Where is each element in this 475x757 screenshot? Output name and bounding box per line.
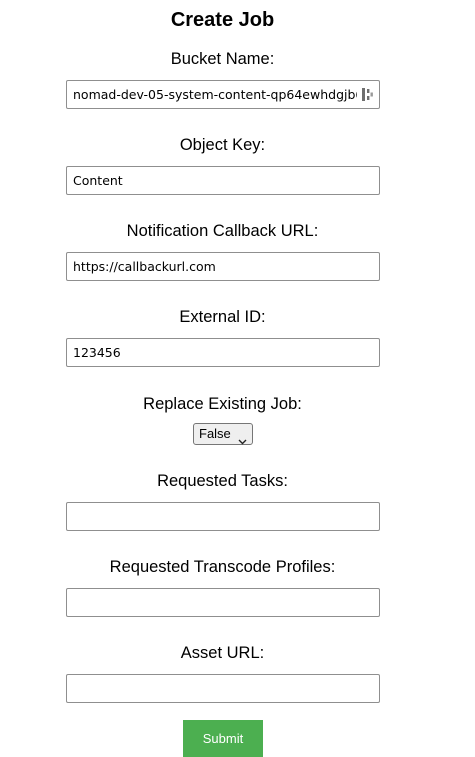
bucket-name-field-wrapper (66, 80, 380, 109)
external-id-input[interactable] (66, 338, 380, 367)
replace-existing-job-selected-value: False (199, 426, 231, 441)
asset-url-label: Asset URL: (180, 644, 265, 662)
requested-transcode-profiles-input[interactable] (66, 588, 380, 617)
object-key-label: Object Key: (179, 136, 266, 154)
bucket-name-input[interactable] (66, 80, 380, 109)
callback-url-input[interactable] (66, 252, 380, 281)
asset-url-input[interactable] (66, 674, 380, 703)
password-manager-icon[interactable] (361, 87, 375, 102)
requested-tasks-input[interactable] (66, 502, 380, 531)
bucket-name-label: Bucket Name: (170, 50, 275, 68)
replace-existing-job-label: Replace Existing Job: (143, 395, 302, 413)
replace-existing-job-select[interactable]: False (193, 423, 253, 445)
callback-url-label: Notification Callback URL: (126, 222, 319, 240)
requested-transcode-profiles-label: Requested Transcode Profiles: (109, 558, 336, 576)
submit-button[interactable]: Submit (183, 720, 263, 757)
page-title: Create Job (170, 9, 275, 31)
requested-tasks-label: Requested Tasks: (157, 472, 288, 490)
object-key-input[interactable] (66, 166, 380, 195)
external-id-label: External ID: (179, 308, 266, 326)
chevron-down-icon (238, 431, 247, 445)
